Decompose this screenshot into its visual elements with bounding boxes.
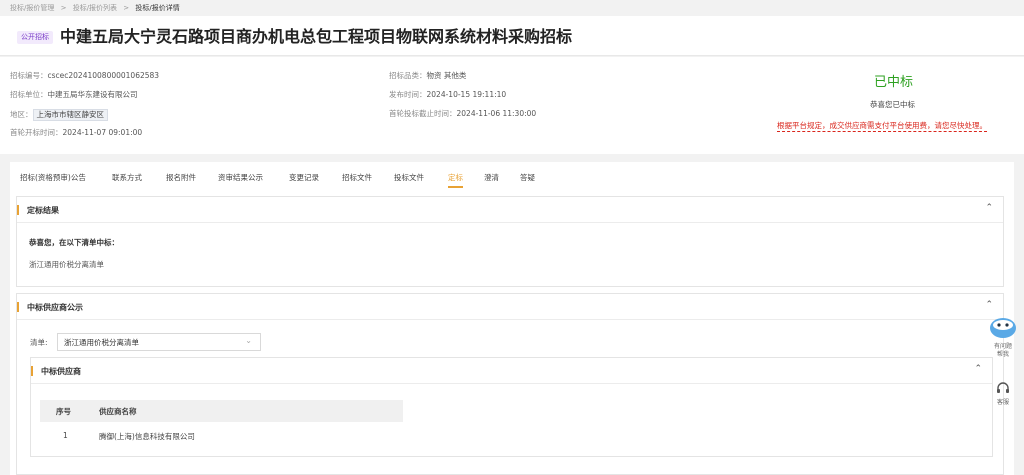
tab-signup-attachments[interactable]: 报名附件 (166, 172, 196, 183)
col-supplier-header: 供应商名称 (99, 407, 137, 416)
table-row-supplier: 腾御(上海)信息科技有限公司 (99, 432, 195, 441)
award-result-title: 定标结果 (27, 206, 59, 215)
bid-code-row: 招标编号：cscec2024100800001062583 (10, 71, 159, 81)
bid-area-row: 地区： 上海市市辖区静安区 (10, 109, 108, 121)
accent-bar (17, 302, 19, 312)
robot-icon (990, 318, 1016, 338)
customer-service-label: 客服 (996, 399, 1009, 406)
bid-unit-value: 中建五局华东建设有限公司 (47, 90, 138, 99)
award-result-header[interactable]: 定标结果 ⌃ (17, 197, 1003, 223)
bid-code-label: 招标编号： (10, 71, 48, 80)
col-index-header: 序号 (56, 407, 71, 416)
chevron-down-icon: ⌄ (245, 336, 252, 345)
accent-bar (31, 366, 33, 376)
bid-publish-value: 2024-10-15 19:11:10 (426, 90, 507, 99)
supplier-announce-title: 中标供应商公示 (27, 303, 83, 312)
detail-tabs: 招标(资格预审)公告 联系方式 报名附件 资审结果公示 变更记录 招标文件 投标… (10, 162, 1014, 190)
help-assistant-label: 有问题 帮我 (993, 343, 1012, 358)
bid-category-label: 招标品类： (389, 71, 427, 80)
bid-open-row: 首轮开标时间：2024-11-07 09:01:00 (10, 128, 142, 138)
breadcrumb-item-bid-mgmt[interactable]: 投标/报价管理 (10, 4, 54, 12)
tab-change-log[interactable]: 变更记录 (289, 172, 319, 183)
headset-icon (997, 382, 1009, 393)
bid-open-label: 首轮开标时间： (10, 128, 63, 137)
table-row-index: 1 (63, 431, 68, 440)
tab-award[interactable]: 定标 (448, 172, 463, 188)
bid-deadline-row: 首轮投标截止时间：2024-11-06 11:30:00 (389, 109, 536, 119)
page-header: 公开招标 中建五局大宁灵石路项目商办机电总包工程项目物联网系统材料采购招标 (0, 16, 1024, 56)
bid-unit-row: 招标单位：中建五局华东建设有限公司 (10, 90, 138, 100)
accent-bar (17, 205, 19, 215)
won-status: 已中标 (874, 75, 914, 90)
bid-open-value: 2024-11-07 09:01:00 (62, 128, 143, 137)
bid-category-value: 物资 其他类 (426, 71, 467, 80)
breadcrumb-sep: > (60, 4, 67, 12)
tab-announcement[interactable]: 招标(资格预审)公告 (20, 172, 86, 183)
won-congrats-text: 恭喜您已中标 (870, 100, 915, 109)
bid-area-chip: 上海市市辖区静安区 (32, 109, 108, 121)
bid-category-row: 招标品类：物资 其他类 (389, 71, 466, 81)
tab-bid-docs[interactable]: 投标文件 (394, 172, 424, 183)
chevron-up-icon[interactable]: ⌃ (974, 364, 982, 374)
bid-type-badge: 公开招标 (17, 31, 53, 44)
chevron-up-icon[interactable]: ⌃ (985, 203, 993, 213)
supplier-announce-header[interactable]: 中标供应商公示 ⌃ (17, 294, 1003, 320)
supplier-table-header: 序号 供应商名称 (40, 400, 403, 422)
breadcrumb: 投标/报价管理 > 投标/报价列表 > 投标/报价详情 (0, 0, 1024, 16)
bid-deadline-value: 2024-11-06 11:30:00 (456, 109, 537, 118)
tab-contact[interactable]: 联系方式 (112, 172, 142, 183)
breadcrumb-item-current: 投标/报价详情 (135, 4, 180, 12)
breadcrumb-item-bid-list[interactable]: 投标/报价列表 (73, 4, 117, 12)
bid-unit-label: 招标单位： (10, 90, 48, 99)
list-select-label: 清单: (30, 338, 48, 347)
bid-code-value: cscec2024100800001062583 (47, 71, 160, 80)
tab-prequal-results[interactable]: 资审结果公示 (218, 172, 263, 183)
bid-deadline-label: 首轮投标截止时间： (389, 109, 457, 118)
winning-supplier-title: 中标供应商 (41, 367, 81, 376)
bid-publish-row: 发布时间：2024-10-15 19:11:10 (389, 90, 506, 100)
tab-clarification[interactable]: 澄清 (484, 172, 499, 183)
help-assistant[interactable]: 有问题 帮我 (985, 312, 1021, 359)
chevron-up-icon[interactable]: ⌃ (985, 300, 993, 310)
tab-tender-docs[interactable]: 招标文件 (342, 172, 372, 183)
page-title: 中建五局大宁灵石路项目商办机电总包工程项目物联网系统材料采购招标 (60, 27, 573, 46)
bid-area-label: 地区： (10, 110, 33, 119)
bid-publish-label: 发布时间： (389, 90, 427, 99)
customer-service[interactable]: 客服 (985, 382, 1021, 407)
list-select[interactable]: 浙江通用价税分离清单 ⌄ (57, 333, 261, 351)
winning-supplier-header[interactable]: 中标供应商 ⌃ (31, 358, 992, 384)
fee-warning-link[interactable]: 根据平台规定，成交供应商需支付平台使用费，请您尽快处理。 (777, 121, 987, 132)
award-list-item: 浙江通用价税分离清单 (29, 260, 104, 269)
award-congrats-text: 恭喜您，在以下清单中标： (29, 238, 119, 247)
award-result-panel: 定标结果 ⌃ 恭喜您，在以下清单中标： 浙江通用价税分离清单 (16, 196, 1004, 287)
list-select-value: 浙江通用价税分离清单 (64, 338, 139, 347)
tab-qa[interactable]: 答疑 (520, 172, 535, 183)
breadcrumb-sep: > (123, 4, 130, 12)
